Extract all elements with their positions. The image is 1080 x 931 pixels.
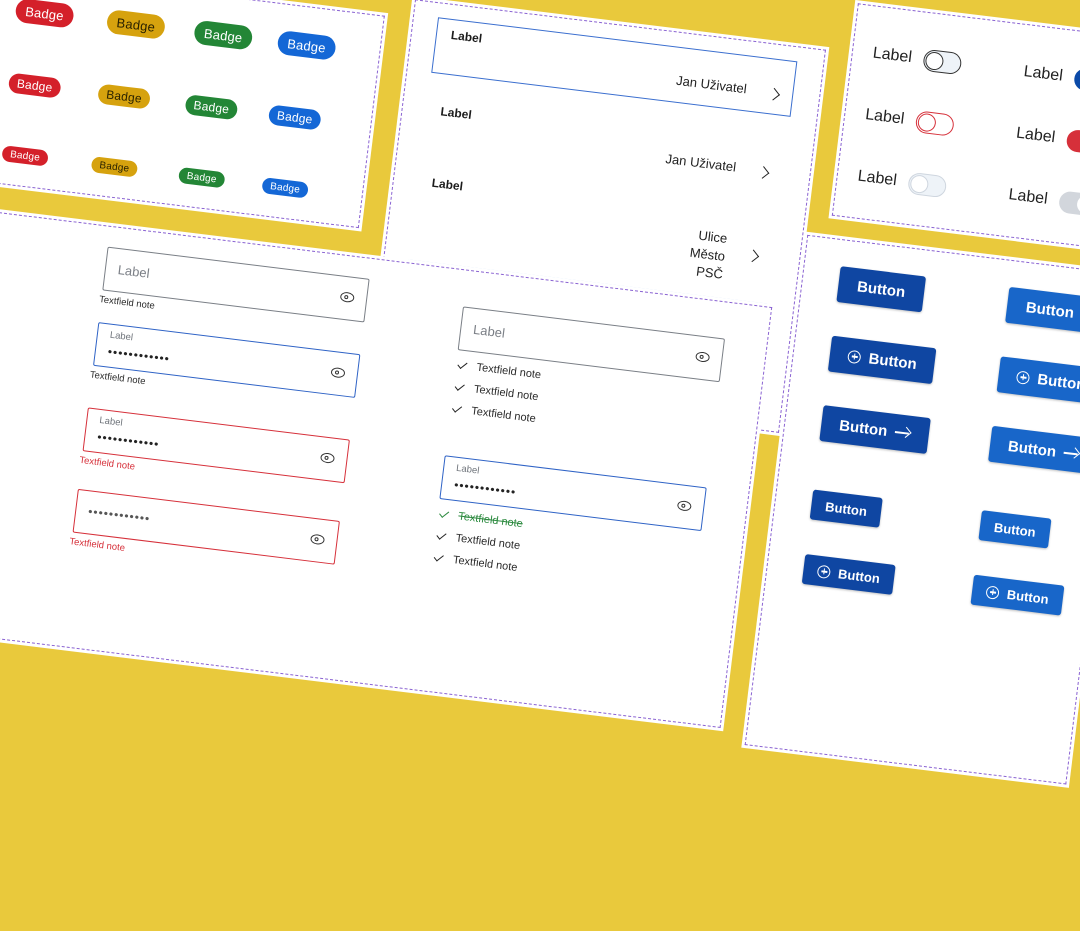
secondary-arrow-button[interactable]: Button	[988, 425, 1080, 475]
badge-green-medium: Badge	[184, 94, 239, 121]
chevron-right-icon	[767, 87, 780, 101]
address-city: Město	[688, 244, 726, 264]
badge-yellow-large: Badge	[105, 8, 167, 40]
badge-yellow-small: Badge	[90, 156, 139, 178]
badge-green-small: Badge	[177, 166, 226, 189]
textfield-value: ••••••••••••	[107, 344, 171, 367]
toggle-label: Label	[1007, 186, 1049, 208]
check-icon	[439, 508, 450, 518]
eye-icon[interactable]	[676, 500, 692, 512]
toggle-off-error[interactable]: Label	[864, 104, 956, 137]
badge-red-large: Badge	[14, 0, 75, 29]
badge-yellow-medium: Badge	[97, 83, 152, 110]
toggle-switch	[907, 171, 948, 199]
arrow-right-icon	[894, 426, 911, 440]
badge-blue-small: Badge	[261, 177, 309, 199]
chevron-right-icon	[746, 249, 760, 263]
textfield-label: Label	[109, 329, 134, 344]
toggle-switch[interactable]	[922, 48, 963, 76]
toggle-switch[interactable]	[1065, 128, 1080, 156]
list-item-value: Jan Uživatel	[675, 72, 748, 97]
textfield-with-checks[interactable]: Label Textfield note Textfield note Text…	[449, 306, 726, 451]
list-item-label: Label	[450, 27, 483, 46]
list-item-address: Ulice Město PSČ	[687, 226, 729, 284]
toggles-panel: Label Label Label Label Label Label	[828, 0, 1080, 255]
textfield-password-focused[interactable]: Label •••••••••••• Textfield note	[89, 322, 361, 413]
primary-button[interactable]: Button	[836, 266, 927, 313]
arrow-right-icon	[1063, 447, 1080, 461]
badge-red-small: Badge	[1, 145, 49, 167]
toggle-label: Label	[856, 167, 898, 190]
eye-icon[interactable]	[330, 366, 346, 379]
toggle-label: Label	[871, 44, 913, 67]
chevron-right-icon	[756, 166, 770, 179]
textfield-value: ••••••••••••	[453, 477, 518, 500]
list-item-label: Label	[430, 175, 464, 194]
address-street: Ulice	[697, 227, 729, 247]
textfield-value: ••••••••••••	[96, 429, 161, 452]
textfield-password-error[interactable]: Label •••••••••••• Textfield note	[79, 407, 350, 498]
textfield-label: Label	[455, 462, 480, 477]
list-item-label: Label	[439, 104, 473, 122]
address-zip: PSČ	[695, 263, 724, 282]
check-icon	[451, 403, 463, 413]
toggle-on[interactable]: Label	[1022, 61, 1080, 94]
plus-circle-icon	[816, 564, 832, 579]
toggle-off-disabled: Label	[856, 166, 948, 199]
primary-arrow-button[interactable]: Button	[819, 405, 932, 455]
check-icon	[433, 552, 444, 562]
badge-red-medium: Badge	[7, 72, 62, 99]
badges-panel: Badge Badge Badge Badge Badge Badge Badg…	[0, 0, 389, 232]
eye-icon[interactable]	[319, 452, 336, 464]
badge-blue-medium: Badge	[267, 104, 322, 131]
toggle-on-error[interactable]: Label	[1015, 123, 1080, 156]
plus-circle-icon	[1015, 369, 1031, 385]
toggle-switch[interactable]	[1073, 67, 1080, 94]
plus-circle-icon	[985, 584, 1000, 600]
secondary-icon-button[interactable]: Button	[996, 356, 1080, 405]
secondary-icon-button-small[interactable]: Button	[970, 574, 1065, 616]
secondary-button-small[interactable]: Button	[978, 510, 1052, 549]
textfield-label: Label	[98, 414, 124, 429]
toggle-label: Label	[1015, 124, 1057, 147]
check-icon	[436, 530, 447, 540]
primary-icon-button-small[interactable]: Button	[801, 553, 896, 595]
badge-green-large: Badge	[193, 19, 254, 51]
badge-blue-large: Badge	[276, 29, 337, 61]
list-item-value: Jan Uživatel	[664, 151, 737, 175]
eye-icon[interactable]	[695, 351, 711, 363]
component-sheet: Badge Badge Badge Badge Badge Badge Badg…	[0, 0, 1080, 930]
eye-icon[interactable]	[309, 533, 326, 546]
plus-circle-icon	[847, 349, 862, 364]
check-icon	[457, 359, 468, 370]
toggle-label: Label	[864, 106, 906, 128]
primary-button-small[interactable]: Button	[809, 489, 883, 528]
eye-icon[interactable]	[339, 291, 355, 304]
toggle-off[interactable]: Label	[872, 43, 963, 76]
secondary-button[interactable]: Button	[1005, 286, 1080, 334]
textfield-value: ••••••••••••	[87, 504, 152, 526]
textfield-placeholder: Label	[472, 321, 506, 341]
toggle-switch	[1058, 190, 1080, 217]
toggle-switch[interactable]	[914, 110, 956, 137]
primary-icon-button[interactable]: Button	[827, 335, 937, 385]
textfield-password-with-checks[interactable]: Label •••••••••••• Textfield note Textfi…	[431, 455, 707, 600]
check-icon	[454, 381, 465, 391]
textfield-default[interactable]: Label Textfield note	[98, 246, 370, 338]
toggle-label: Label	[1022, 63, 1064, 85]
textfield-password-error-empty[interactable]: •••••••••••• Textfield note	[69, 488, 340, 580]
textfield-placeholder: Label	[117, 262, 151, 281]
toggle-on-disabled: Label	[1007, 184, 1080, 217]
